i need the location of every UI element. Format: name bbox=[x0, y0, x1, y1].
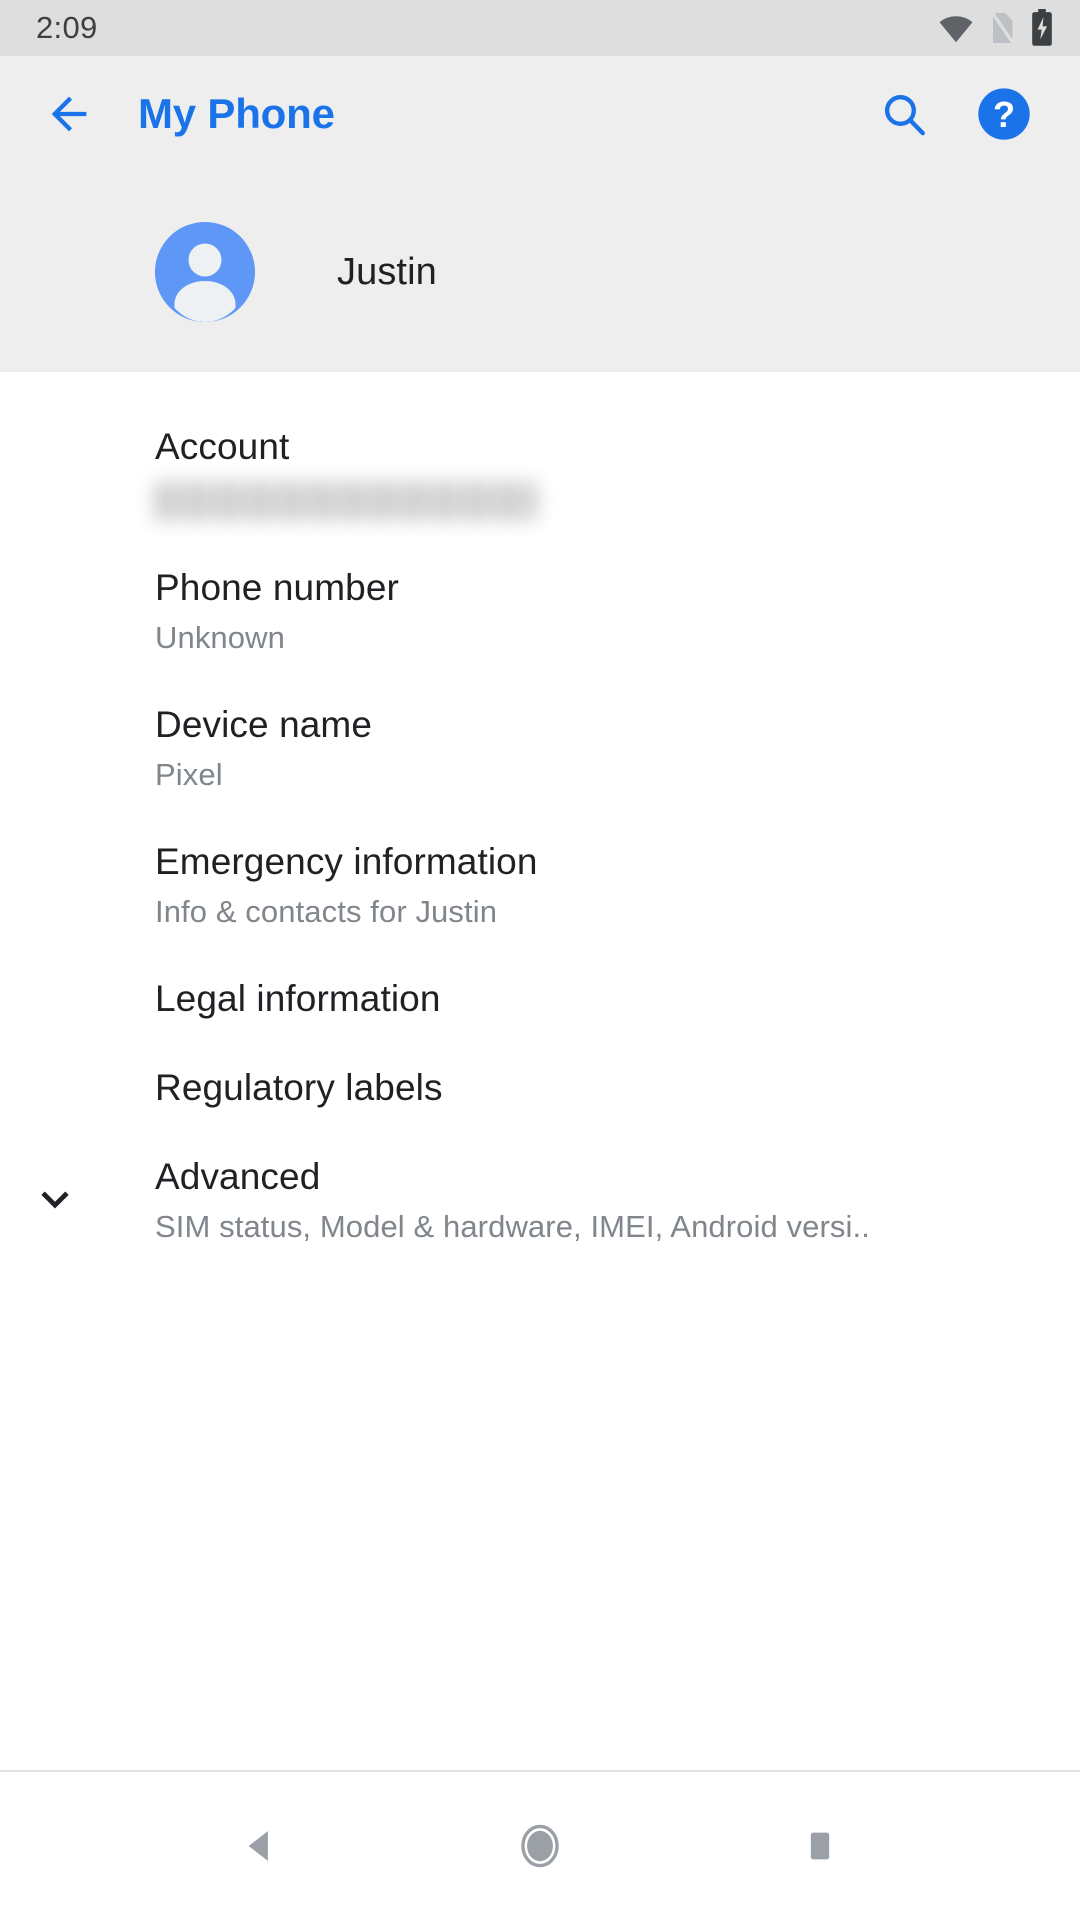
page-title: My Phone bbox=[138, 90, 335, 137]
avatar bbox=[155, 222, 255, 322]
status-bar-clock: 2:09 bbox=[36, 10, 98, 45]
row-subtitle: Unknown bbox=[155, 620, 285, 656]
list-item-device-name[interactable]: Device name Pixel bbox=[0, 680, 1080, 817]
profile-header[interactable]: Justin bbox=[0, 172, 1080, 372]
nav-home-icon[interactable] bbox=[480, 1791, 600, 1901]
row-title: Phone number bbox=[155, 567, 399, 609]
svg-text:?: ? bbox=[993, 94, 1015, 135]
profile-name: Justin bbox=[337, 250, 437, 293]
row-title: Emergency information bbox=[155, 840, 538, 882]
nav-recents-icon[interactable] bbox=[760, 1791, 880, 1901]
chevron-down-icon bbox=[30, 1175, 80, 1225]
sim-off-icon bbox=[988, 10, 1016, 46]
row-title: Regulatory labels bbox=[155, 1066, 443, 1108]
navigation-bar bbox=[0, 1770, 1080, 1920]
wifi-icon bbox=[938, 13, 974, 43]
help-icon[interactable]: ? bbox=[968, 78, 1040, 150]
app-bar: My Phone ? bbox=[0, 56, 1080, 172]
phone-screen: 2:09 My Phone ? Justin Account Phone num… bbox=[0, 0, 1080, 1920]
back-arrow-icon[interactable] bbox=[36, 81, 102, 147]
row-title: Legal information bbox=[155, 977, 441, 1019]
row-subtitle: Info & contacts for Justin bbox=[155, 894, 498, 929]
row-title: Device name bbox=[155, 704, 373, 745]
list-item-advanced[interactable]: Advanced SIM status, Model & hardware, I… bbox=[0, 1132, 1080, 1269]
account-email-redacted bbox=[155, 481, 537, 522]
row-title: Advanced bbox=[155, 1156, 321, 1197]
list-item-phone-number[interactable]: Phone number Unknown bbox=[0, 543, 1080, 680]
status-bar: 2:09 bbox=[0, 0, 1080, 56]
row-subtitle: SIM status, Model & hardware, IMEI, Andr… bbox=[155, 1209, 870, 1245]
settings-list: Account Phone number Unknown Device name… bbox=[0, 372, 1080, 1770]
search-icon[interactable] bbox=[868, 78, 940, 150]
list-item-account[interactable]: Account bbox=[0, 402, 1080, 543]
list-item-legal-information[interactable]: Legal information bbox=[0, 954, 1080, 1043]
list-item-regulatory-labels[interactable]: Regulatory labels bbox=[0, 1043, 1080, 1132]
row-title: Account bbox=[155, 426, 290, 467]
status-bar-icons bbox=[938, 9, 1054, 47]
list-item-emergency-information[interactable]: Emergency information Info & contacts fo… bbox=[0, 817, 1080, 954]
nav-back-icon[interactable] bbox=[200, 1791, 320, 1901]
row-subtitle: Pixel bbox=[155, 757, 223, 793]
battery-charging-icon bbox=[1030, 9, 1054, 47]
